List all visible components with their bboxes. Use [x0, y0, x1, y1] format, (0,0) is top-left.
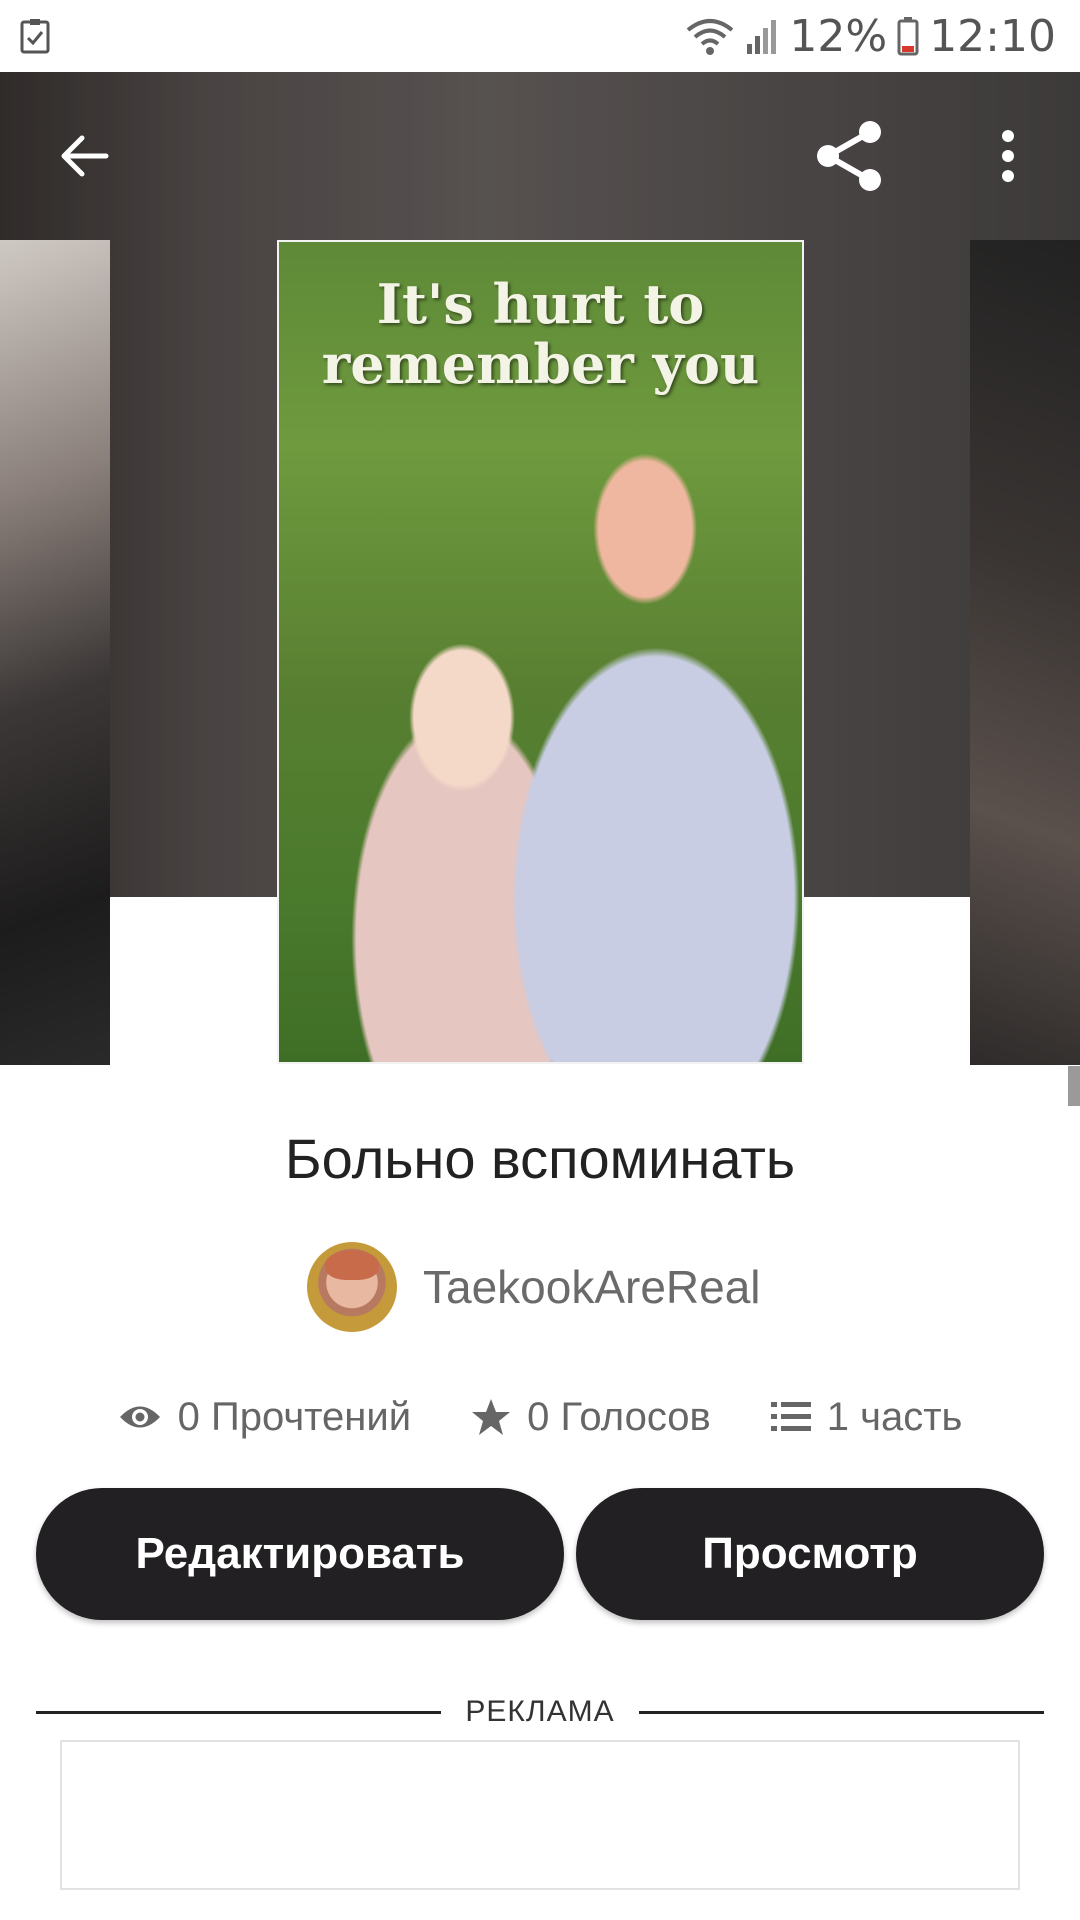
ad-banner[interactable]: [60, 1740, 1020, 1890]
star-icon: [472, 1399, 511, 1435]
clock: 12:10: [929, 10, 1056, 62]
share-icon: [817, 121, 881, 191]
view-button[interactable]: Просмотр: [576, 1488, 1044, 1620]
share-button[interactable]: [802, 108, 898, 204]
cover-title-text: It's hurt to remember you: [321, 272, 760, 396]
wifi-icon: [687, 19, 734, 55]
ad-separator: РЕКЛАМА: [36, 1690, 1045, 1734]
parts-count: 1 часть: [826, 1394, 963, 1439]
back-button[interactable]: [36, 108, 132, 204]
next-story-cover[interactable]: [970, 240, 1080, 1065]
avatar[interactable]: [307, 1242, 397, 1332]
back-arrow-icon: [61, 135, 109, 177]
edit-button[interactable]: Редактировать: [36, 1488, 564, 1620]
scrollbar[interactable]: [1068, 1066, 1080, 1106]
votes-count: 0 Голосов: [527, 1394, 711, 1439]
app-bar: [0, 72, 1080, 240]
reads-stat: 0 Прочтений: [118, 1395, 411, 1440]
author-name[interactable]: TaekookAreReal: [423, 1260, 761, 1314]
votes-stat: 0 Голосов: [471, 1395, 711, 1440]
more-options-button[interactable]: [960, 108, 1056, 204]
status-bar: 12% 12:10: [0, 0, 1080, 72]
task-check-icon: [20, 19, 50, 54]
ad-label: РЕКЛАМА: [465, 1695, 615, 1728]
divider: [638, 1710, 1045, 1714]
author-link[interactable]: TaekookAreReal: [307, 1242, 761, 1332]
status-icons: 12% 12:10: [685, 10, 1056, 62]
parts-stat: 1 часть: [770, 1394, 963, 1440]
more-vert-icon: [1002, 130, 1014, 182]
battery-percent: 12%: [789, 10, 888, 62]
reads-count: 0 Прочтений: [177, 1394, 412, 1439]
list-icon: [770, 1402, 811, 1431]
story-cover[interactable]: It's hurt to remember you: [277, 240, 804, 1064]
story-title: Больно вспоминать: [284, 1127, 796, 1190]
signal-icon: [747, 20, 777, 54]
previous-story-cover[interactable]: [0, 240, 110, 1065]
divider: [36, 1710, 442, 1714]
battery-low-icon: [897, 17, 919, 56]
story-stats: 0 Прочтений 0 Голосов 1 часть: [0, 1382, 1080, 1452]
eye-icon: [119, 1406, 160, 1428]
